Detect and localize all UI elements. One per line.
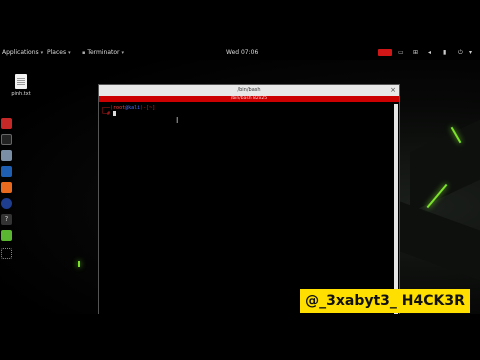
terminal-window-title: /bin/bash [237, 87, 261, 93]
wallpaper-facet [400, 201, 480, 281]
power-icon[interactable]: ⏻ [458, 49, 463, 57]
clock[interactable]: Wed 07:06 [226, 49, 258, 56]
prompt-close: )-[~] [140, 105, 156, 111]
volume-icon[interactable]: ◂ [428, 49, 431, 56]
network-tool-icon[interactable] [1, 198, 12, 209]
recording-indicator[interactable] [378, 49, 392, 56]
places-label: Places [47, 49, 67, 56]
places-menu[interactable]: Places ▾ [47, 49, 71, 56]
files-icon[interactable] [1, 150, 12, 161]
desktop-file[interactable]: pinh.txt [8, 74, 34, 97]
active-app-label: Terminator [87, 49, 120, 56]
chevron-down-icon: ▾ [121, 50, 125, 56]
top-panel: Applications ▾ Places ▾ ▪ Terminator ▾ Wed … [0, 46, 480, 60]
metasploit-icon[interactable] [1, 166, 12, 177]
terminal-titlebar[interactable]: /bin/bash × [99, 85, 399, 96]
terminal-banner: /bin/bash 82x25 [99, 96, 399, 102]
wallpaper-facet [410, 119, 480, 213]
battery-icon[interactable]: ▮ [443, 49, 446, 56]
prompt-symbol: └─# [101, 111, 111, 117]
wallpaper-glow [78, 261, 80, 267]
applications-label: Applications [2, 49, 39, 56]
chevron-down-icon: ▾ [68, 50, 71, 56]
show-apps-icon[interactable] [1, 248, 12, 259]
network-icon[interactable]: ⊞ [413, 49, 418, 56]
letterbox-top [0, 0, 480, 46]
terminal-banner-title: /bin/bash 82x25 [230, 96, 268, 101]
chevron-down-icon: ▾ [40, 50, 44, 56]
terminal-icon[interactable] [1, 134, 12, 145]
chevron-down-icon[interactable]: ▾ [469, 49, 472, 56]
help-icon[interactable]: ? [1, 214, 12, 225]
applications-menu[interactable]: Applications ▾ [2, 49, 43, 56]
dock: ? [0, 114, 14, 310]
red-app-icon[interactable] [1, 118, 12, 129]
green-app-icon[interactable] [1, 230, 12, 241]
burp-icon[interactable] [1, 182, 12, 193]
terminal-app-icon: ▪ [82, 50, 86, 56]
active-app-menu[interactable]: ▪ Terminator ▾ [80, 49, 124, 56]
terminal-output[interactable]: ┌──(root@kali)-[~] └─# [101, 105, 389, 314]
prompt-host: @kali [125, 105, 141, 111]
ibeam-cursor-icon: I [176, 116, 179, 125]
letterbox-bottom [0, 314, 480, 360]
text-cursor [113, 111, 117, 116]
desktop-screen: Applications ▾ Places ▾ ▪ Terminator ▾ Wed … [0, 46, 480, 314]
workspace-icon[interactable]: ▭ [398, 49, 404, 56]
prompt-input-line[interactable]: └─# [101, 111, 389, 117]
text-file-icon [15, 74, 27, 89]
creator-handle-label: @_3xabyt3_ H4CK3R [300, 289, 470, 313]
close-icon[interactable]: × [390, 86, 396, 95]
scrollbar-thumb[interactable] [394, 104, 398, 314]
terminal-scrollbar[interactable] [394, 104, 398, 314]
desktop-file-label: pinh.txt [11, 91, 31, 97]
terminal-window[interactable]: /bin/bash × /bin/bash 82x25 ┌──(root@kal… [98, 84, 400, 314]
